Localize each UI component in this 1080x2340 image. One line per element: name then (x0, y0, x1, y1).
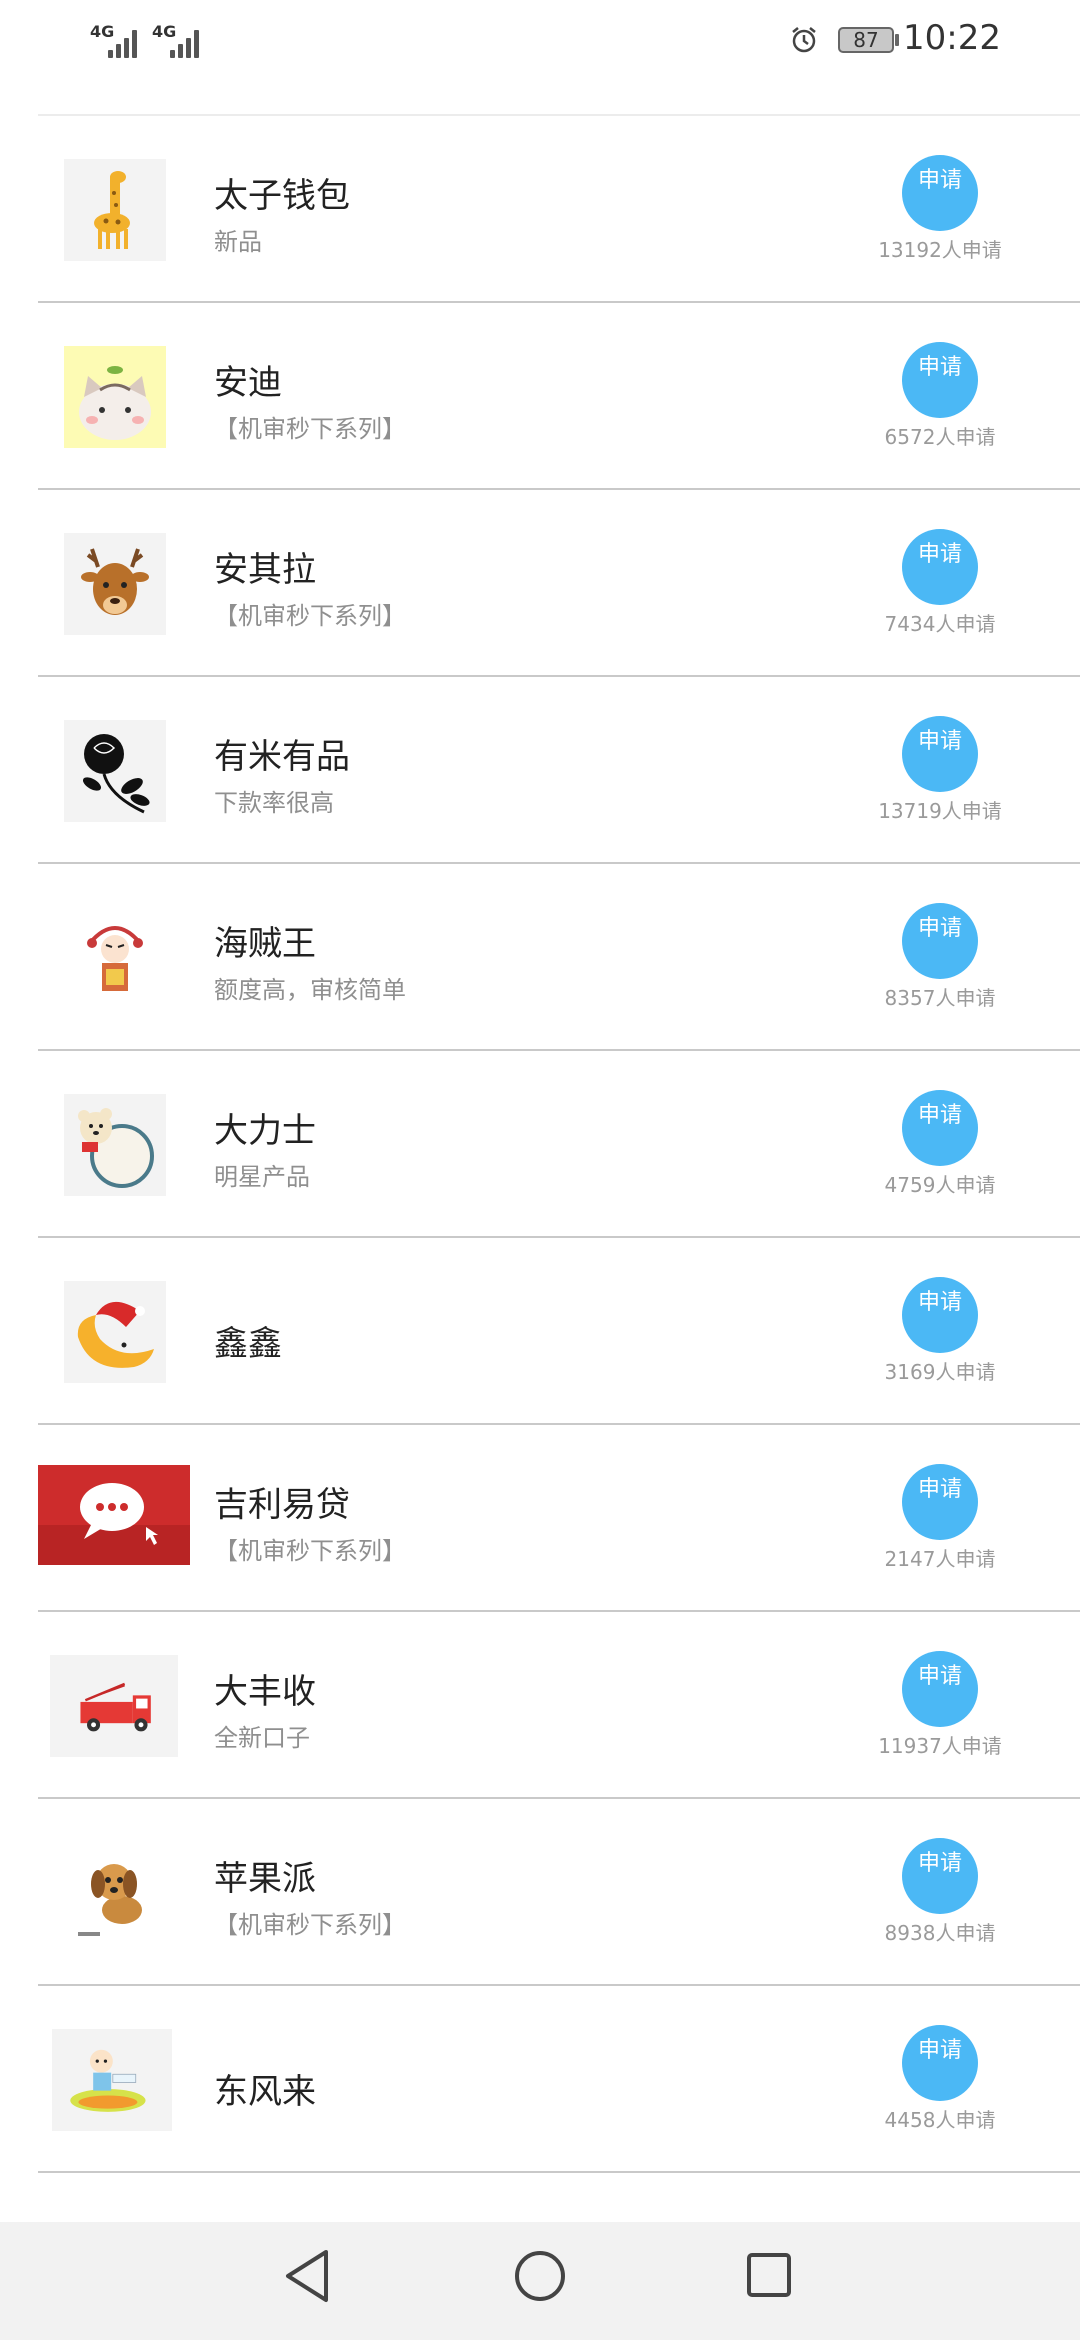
signal-bars-icon (170, 28, 199, 58)
list-item[interactable]: 安其拉 【机审秒下系列】 申请 7434人申请 (38, 490, 1080, 677)
product-description: 【机审秒下系列】 (214, 1911, 406, 1939)
giraffe-icon (64, 159, 166, 261)
back-icon[interactable] (282, 2248, 332, 2304)
apply-button[interactable]: 申请 (902, 903, 978, 979)
applicant-count: 4458人申请 (884, 2108, 996, 2132)
fire-truck-icon (50, 1655, 178, 1757)
product-name: 有米有品 (214, 737, 350, 777)
battery-level: 87 (853, 28, 879, 52)
apply-button[interactable]: 申请 (902, 1651, 978, 1727)
alarm-icon (792, 27, 816, 53)
applicant-count: 2147人申请 (884, 1547, 996, 1571)
list-item[interactable]: 安迪 【机审秒下系列】 申请 6572人申请 (38, 303, 1080, 490)
rose-icon (64, 720, 166, 822)
apply-button[interactable]: 申请 (902, 342, 978, 418)
list-item[interactable]: 有米有品 下款率很高 申请 13719人申请 (38, 677, 1080, 864)
status-bar: 4G 4G 87 10:22 (0, 0, 1080, 85)
apply-button[interactable]: 申请 (902, 2025, 978, 2101)
list-item[interactable]: 吉利易贷 【机审秒下系列】 申请 2147人申请 (38, 1425, 1080, 1612)
list-item[interactable]: 东风来 申请 4458人申请 (38, 1986, 1080, 2173)
list-item[interactable]: 苹果派 【机审秒下系列】 申请 8938人申请 (38, 1799, 1080, 1986)
product-description: 额度高，审核简单 (214, 976, 406, 1004)
apply-button[interactable]: 申请 (902, 1838, 978, 1914)
apply-button[interactable]: 申请 (902, 529, 978, 605)
applicant-count: 7434人申请 (884, 612, 996, 636)
navigation-bar (0, 2222, 1080, 2340)
applicant-count: 13719人申请 (878, 799, 1002, 823)
product-name: 大力士 (214, 1111, 316, 1151)
applicant-count: 3169人申请 (884, 1360, 996, 1384)
apply-button[interactable]: 申请 (902, 155, 978, 231)
product-name: 安迪 (214, 363, 282, 403)
list-item[interactable]: 太子钱包 新品 申请 13192人申请 (38, 116, 1080, 303)
product-name: 海贼王 (214, 924, 316, 964)
apply-button[interactable]: 申请 (902, 716, 978, 792)
list-item[interactable]: 大力士 明星产品 申请 4759人申请 (38, 1051, 1080, 1238)
applicant-count: 4759人申请 (884, 1173, 996, 1197)
chat-bubble-icon (38, 1465, 190, 1565)
product-description: 下款率很高 (214, 789, 334, 817)
list-item[interactable]: 鑫鑫 申请 3169人申请 (38, 1238, 1080, 1425)
list-item[interactable]: 大丰收 全新口子 申请 11937人申请 (38, 1612, 1080, 1799)
puppy-icon (64, 1842, 166, 1944)
product-name: 吉利易贷 (214, 1485, 350, 1525)
product-name: 太子钱包 (214, 176, 350, 216)
product-description: 明星产品 (214, 1163, 310, 1191)
product-name: 安其拉 (214, 550, 316, 590)
apply-button[interactable]: 申请 (902, 1464, 978, 1540)
cat-icon (64, 346, 166, 448)
battery-cap (895, 34, 899, 46)
product-list: 太子钱包 新品 申请 13192人申请 安迪 【机审秒下系列】 申请 6572人… (0, 116, 1080, 2173)
product-description: 新品 (214, 228, 262, 256)
apply-button[interactable]: 申请 (902, 1090, 978, 1166)
applicant-count: 6572人申请 (884, 425, 996, 449)
product-description: 【机审秒下系列】 (214, 1537, 406, 1565)
bear-icon (64, 1094, 166, 1196)
product-name: 苹果派 (214, 1859, 316, 1899)
moon-icon (64, 1281, 166, 1383)
applicant-count: 11937人申请 (878, 1734, 1002, 1758)
product-description: 【机审秒下系列】 (214, 415, 406, 443)
list-item[interactable]: 海贼王 额度高，审核简单 申请 8357人申请 (38, 864, 1080, 1051)
home-icon[interactable] (514, 2250, 566, 2302)
applicant-count: 13192人申请 (878, 238, 1002, 262)
product-description: 【机审秒下系列】 (214, 602, 406, 630)
product-name: 大丰收 (214, 1672, 316, 1712)
clock: 10:22 (903, 18, 1001, 58)
product-name: 东风来 (214, 2072, 316, 2112)
applicant-count: 8938人申请 (884, 1921, 996, 1945)
product-description: 全新口子 (214, 1724, 310, 1752)
applicant-count: 8357人申请 (884, 986, 996, 1010)
signal-bars-icon (108, 28, 137, 58)
apply-button[interactable]: 申请 (902, 1277, 978, 1353)
opera-figure-icon (64, 907, 166, 1009)
deer-icon (64, 533, 166, 635)
recent-apps-icon[interactable] (746, 2252, 792, 2298)
baby-icon (52, 2029, 172, 2131)
product-name: 鑫鑫 (214, 1324, 282, 1364)
